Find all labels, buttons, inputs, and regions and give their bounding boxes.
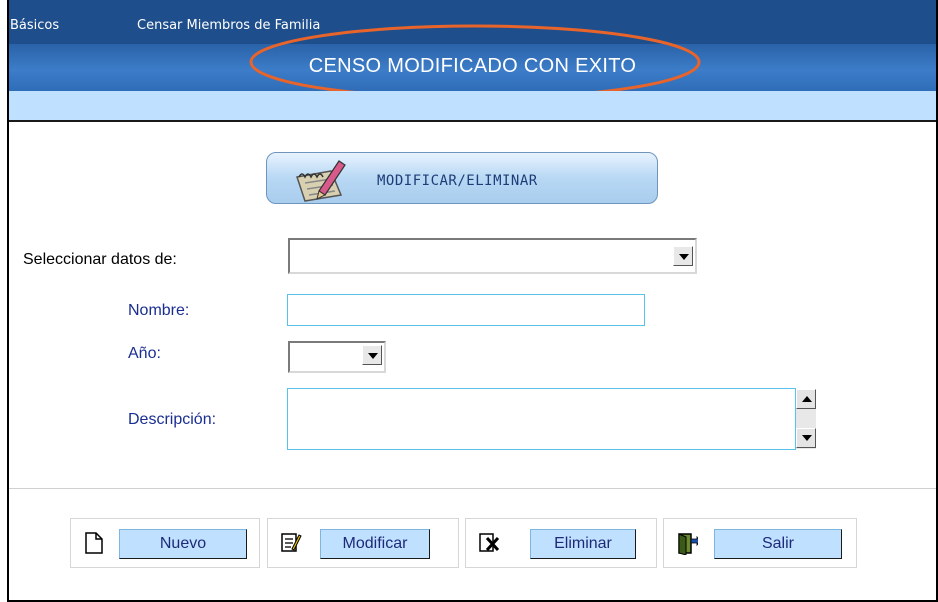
descripcion-scrollbar[interactable] xyxy=(796,389,816,449)
nombre-label: Nombre: xyxy=(128,302,190,319)
action-cell-salir: Salir xyxy=(663,518,857,568)
toolbar-strip xyxy=(9,91,936,122)
status-message: CENSO MODIFICADO CON EXITO xyxy=(308,55,637,77)
app-window: Básicos Censar Miembros de Familia CENSO… xyxy=(7,0,938,602)
nuevo-button[interactable]: Nuevo xyxy=(119,529,247,559)
scroll-up-icon[interactable] xyxy=(796,389,816,409)
status-banner: CENSO MODIFICADO CON EXITO xyxy=(9,44,936,91)
descripcion-label: Descripción: xyxy=(128,411,217,428)
menu-item-basicos[interactable]: Básicos xyxy=(10,18,59,33)
anio-dropdown[interactable] xyxy=(288,341,386,373)
modificar-button[interactable]: Modificar xyxy=(320,529,430,559)
modify-delete-header-button[interactable]: MODIFICAR/ELIMINAR xyxy=(266,152,658,204)
new-document-icon xyxy=(85,532,103,554)
menu-item-censar-miembros[interactable]: Censar Miembros de Familia xyxy=(137,18,320,33)
scroll-down-icon[interactable] xyxy=(796,428,816,448)
modify-delete-label: MODIFICAR/ELIMINAR xyxy=(377,173,538,189)
delete-document-icon xyxy=(479,533,500,552)
divider xyxy=(9,488,936,489)
nombre-input[interactable] xyxy=(287,294,645,326)
descripcion-textarea[interactable] xyxy=(287,388,796,450)
select-data-label: Seleccionar datos de: xyxy=(23,251,177,268)
chevron-down-icon[interactable] xyxy=(673,246,693,266)
anio-label: Año: xyxy=(128,345,161,362)
select-data-dropdown[interactable] xyxy=(288,238,697,274)
menu-bar: Básicos Censar Miembros de Familia xyxy=(9,0,936,44)
action-cell-modificar: Modificar xyxy=(267,518,459,568)
salir-button[interactable]: Salir xyxy=(714,529,842,559)
action-cell-eliminar: Eliminar xyxy=(465,518,657,568)
notepad-pencil-icon xyxy=(296,160,346,202)
chevron-down-icon[interactable] xyxy=(362,345,382,365)
exit-door-icon xyxy=(678,533,698,555)
eliminar-button[interactable]: Eliminar xyxy=(530,529,636,559)
action-cell-nuevo: Nuevo xyxy=(70,518,260,568)
edit-document-icon xyxy=(281,533,302,552)
